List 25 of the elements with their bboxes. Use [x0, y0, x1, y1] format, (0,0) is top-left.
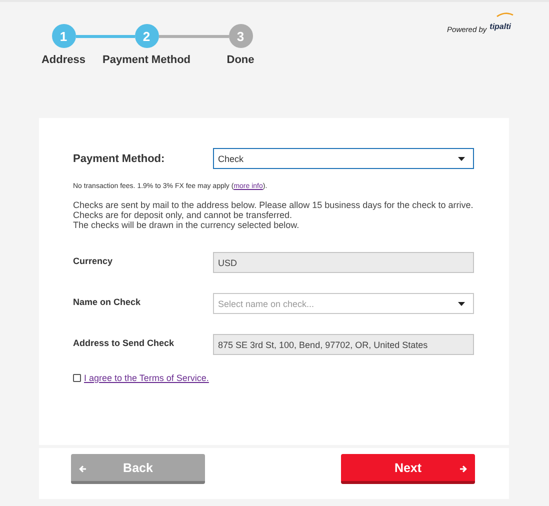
step-label: Payment Method [102, 54, 191, 66]
caret-icon [458, 156, 465, 160]
checkbox[interactable] [73, 374, 81, 382]
step-label: Address [41, 54, 86, 66]
right-arrow-icon [459, 465, 467, 473]
next-button[interactable]: Next [341, 454, 475, 484]
info-text: Checks are for deposit only, and cannot be transferred. [73, 210, 293, 220]
step-circle: 2 [134, 24, 158, 48]
brand-logo: tipalti [490, 22, 511, 31]
step-label: Done [226, 54, 254, 66]
field-label: Address to Send Check [73, 337, 176, 348]
terms-link[interactable]: I agree to the Terms of Service. [84, 373, 209, 383]
step-circle: 3 [228, 24, 252, 48]
payment-method-dropdown[interactable]: Check [213, 148, 474, 169]
arc-icon [496, 12, 514, 17]
info-text: Checks are sent by mail to the address below. Please allow 15 business days for the check to arrive. [73, 200, 474, 210]
readonly-field: USD [213, 252, 474, 273]
caret-icon [458, 302, 465, 306]
field-label: Name on Check [73, 296, 142, 307]
field-label: Currency [73, 255, 114, 266]
info-text: The checks will be drawn in the currency selected below. [73, 220, 300, 230]
field-label: Payment Method: [73, 152, 166, 164]
readonly-field: 875 SE 3rd St, 100, Bend, 97702, OR, United States [213, 334, 474, 355]
left-arrow-icon [79, 465, 87, 473]
step-circle: 1 [52, 24, 76, 48]
